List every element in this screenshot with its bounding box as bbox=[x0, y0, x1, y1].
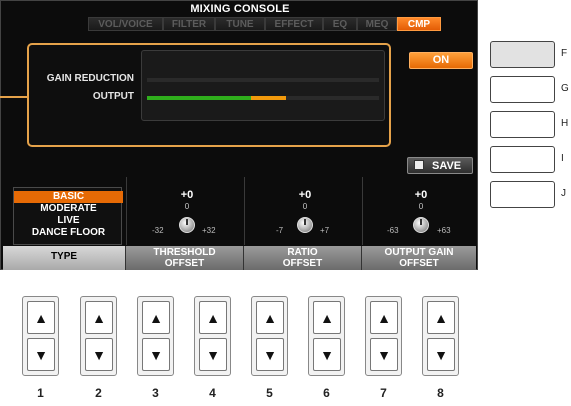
up-arrow-icon[interactable]: ▲ bbox=[256, 301, 284, 334]
output-label: OUTPUT bbox=[92, 91, 134, 102]
button-number: 3 bbox=[152, 386, 159, 400]
footer-ratio-offset[interactable]: RATIO OFFSET bbox=[244, 246, 362, 270]
threshold-zero-mark: 0 bbox=[184, 202, 190, 211]
footer-ratio-line2: OFFSET bbox=[282, 258, 323, 269]
down-arrow-icon[interactable]: ▼ bbox=[370, 338, 398, 371]
footer-output-gain-line1: OUTPUT GAIN bbox=[384, 247, 454, 258]
button-number: 5 bbox=[266, 386, 273, 400]
callout-line bbox=[0, 96, 27, 98]
mixing-console-screen: MIXING CONSOLE VOL/VOICE FILTER TUNE EFF… bbox=[0, 0, 478, 270]
type-item-live[interactable]: LIVE bbox=[14, 215, 123, 227]
threshold-min: -32 bbox=[152, 226, 164, 235]
tab-tune[interactable]: TUNE bbox=[215, 17, 265, 31]
threshold-max: +32 bbox=[202, 226, 216, 235]
side-button-i[interactable] bbox=[490, 146, 555, 173]
threshold-knob-icon[interactable] bbox=[179, 217, 195, 233]
output-meter-orange bbox=[251, 96, 287, 100]
up-down-button-3: ▲ ▼ bbox=[137, 296, 174, 376]
down-arrow-icon[interactable]: ▼ bbox=[27, 338, 55, 371]
tab-vol-voice[interactable]: VOL/VOICE bbox=[88, 17, 163, 31]
output-meter-green bbox=[147, 96, 252, 100]
up-arrow-icon[interactable]: ▲ bbox=[85, 301, 113, 334]
screen-title: MIXING CONSOLE bbox=[190, 3, 290, 15]
column-separator bbox=[244, 177, 245, 245]
up-down-button-6: ▲ ▼ bbox=[308, 296, 345, 376]
up-arrow-icon[interactable]: ▲ bbox=[370, 301, 398, 334]
type-item-basic[interactable]: BASIC bbox=[14, 191, 123, 203]
up-down-button-2: ▲ ▼ bbox=[80, 296, 117, 376]
footer-threshold-offset[interactable]: THRESHOLD OFFSET bbox=[126, 246, 244, 270]
footer-type[interactable]: TYPE bbox=[3, 246, 126, 270]
button-number: 7 bbox=[380, 386, 387, 400]
footer-threshold-line2: OFFSET bbox=[164, 258, 205, 269]
column-separator bbox=[126, 177, 127, 245]
down-arrow-icon[interactable]: ▼ bbox=[199, 338, 227, 371]
up-down-button-8: ▲ ▼ bbox=[422, 296, 459, 376]
side-label-g: G bbox=[561, 83, 569, 94]
type-item-dance-floor[interactable]: DANCE FLOOR bbox=[14, 227, 123, 239]
column-separator bbox=[362, 177, 363, 245]
output-gain-zero-mark: 0 bbox=[418, 202, 424, 211]
side-button-h[interactable] bbox=[490, 111, 555, 138]
side-button-f[interactable] bbox=[490, 41, 555, 68]
on-button[interactable]: ON bbox=[409, 52, 473, 69]
up-arrow-icon[interactable]: ▲ bbox=[27, 301, 55, 334]
down-arrow-icon[interactable]: ▼ bbox=[313, 338, 341, 371]
side-label-f: F bbox=[561, 48, 568, 59]
save-button[interactable]: SAVE bbox=[407, 157, 473, 174]
tab-eq[interactable]: EQ bbox=[323, 17, 357, 31]
down-arrow-icon[interactable]: ▼ bbox=[427, 338, 455, 371]
output-gain-max: +63 bbox=[437, 226, 451, 235]
down-arrow-icon[interactable]: ▼ bbox=[142, 338, 170, 371]
down-arrow-icon[interactable]: ▼ bbox=[256, 338, 284, 371]
type-list[interactable]: BASIC MODERATE LIVE DANCE FLOOR bbox=[13, 187, 123, 245]
button-number: 1 bbox=[37, 386, 44, 400]
floppy-disk-icon bbox=[414, 160, 424, 170]
tab-meq[interactable]: MEQ bbox=[357, 17, 397, 31]
button-number: 8 bbox=[437, 386, 444, 400]
threshold-offset-value: +0 bbox=[180, 189, 194, 201]
gain-reduction-meter bbox=[147, 78, 379, 82]
side-button-j[interactable] bbox=[490, 181, 555, 208]
button-number: 6 bbox=[323, 386, 330, 400]
up-arrow-icon[interactable]: ▲ bbox=[313, 301, 341, 334]
tab-cmp[interactable]: CMP bbox=[397, 17, 441, 31]
side-button-g[interactable] bbox=[490, 76, 555, 103]
output-gain-knob-icon[interactable] bbox=[413, 217, 429, 233]
gain-reduction-label: GAIN REDUCTION bbox=[46, 73, 134, 84]
ratio-offset-value: +0 bbox=[298, 189, 312, 201]
up-arrow-icon[interactable]: ▲ bbox=[142, 301, 170, 334]
output-gain-min: -63 bbox=[387, 226, 399, 235]
save-label: SAVE bbox=[432, 160, 462, 172]
side-label-j: J bbox=[561, 188, 566, 199]
up-down-button-4: ▲ ▼ bbox=[194, 296, 231, 376]
ratio-min: -7 bbox=[276, 226, 284, 235]
output-gain-offset-value: +0 bbox=[414, 189, 428, 201]
up-down-button-5: ▲ ▼ bbox=[251, 296, 288, 376]
ratio-max: +7 bbox=[320, 226, 330, 235]
footer-output-gain-line2: OFFSET bbox=[399, 258, 439, 269]
footer-output-gain-offset[interactable]: OUTPUT GAIN OFFSET bbox=[362, 246, 476, 270]
tab-filter[interactable]: FILTER bbox=[163, 17, 215, 31]
side-label-i: I bbox=[561, 153, 564, 164]
up-down-button-7: ▲ ▼ bbox=[365, 296, 402, 376]
up-arrow-icon[interactable]: ▲ bbox=[199, 301, 227, 334]
type-item-moderate[interactable]: MODERATE bbox=[14, 203, 123, 215]
meter-box bbox=[141, 50, 385, 121]
footer-ratio-line1: RATIO bbox=[287, 247, 318, 258]
side-label-h: H bbox=[561, 118, 569, 129]
down-arrow-icon[interactable]: ▼ bbox=[85, 338, 113, 371]
output-meter bbox=[147, 96, 379, 100]
tab-effect[interactable]: EFFECT bbox=[265, 17, 323, 31]
up-arrow-icon[interactable]: ▲ bbox=[427, 301, 455, 334]
ratio-zero-mark: 0 bbox=[302, 202, 308, 211]
button-number: 4 bbox=[209, 386, 216, 400]
button-number: 2 bbox=[95, 386, 102, 400]
ratio-knob-icon[interactable] bbox=[297, 217, 313, 233]
up-down-button-1: ▲ ▼ bbox=[22, 296, 59, 376]
footer-threshold-line1: THRESHOLD bbox=[153, 247, 216, 258]
